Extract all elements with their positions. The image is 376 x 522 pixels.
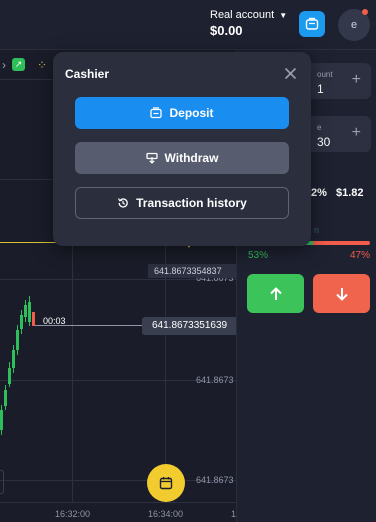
current-price-tag: 641.8673351639 [142,317,236,335]
deposit-label: Deposit [169,106,214,120]
account-balance: $0.00 [210,23,243,38]
account-type-label: Real account [210,9,275,21]
notification-dot [362,9,368,15]
amount-label: ount [317,70,333,79]
account-switcher[interactable]: Real account ▼ $0.00 [210,9,287,38]
modal-title: Cashier [65,67,110,81]
x-tick-label: 16:34:00 [148,509,184,519]
plus-icon[interactable]: + [352,71,361,89]
withdraw-icon [145,152,158,164]
close-button[interactable] [281,64,299,82]
wallet-icon [305,17,319,30]
transaction-history-button[interactable]: Transaction history [75,187,289,219]
candle [20,315,23,329]
payout-percent: 2% [311,187,327,199]
trend-tool-icon[interactable]: ↗ [12,58,25,71]
candle-timer: 00:03 [43,316,66,326]
calendar-icon [159,477,173,490]
x-axis [0,502,236,522]
cashier-button[interactable] [299,11,325,37]
sentiment-up-label: 53% [248,250,269,261]
y-tick-label: 641.8673 [196,475,234,485]
candle [24,305,27,317]
down-button[interactable] [313,274,370,313]
chevron-right-icon[interactable]: › [2,58,6,72]
history-icon [118,198,128,208]
panel-faded-text: n [314,225,320,235]
candle [4,390,7,406]
payout-value: $1.82 [336,187,364,199]
sentiment-down-label: 47% [350,250,371,261]
x-tick-label: 16:32:00 [55,509,91,519]
candle [8,368,11,384]
withdraw-label: Withdraw [164,151,219,165]
plus-icon[interactable]: + [352,124,361,142]
time-label: e [317,123,322,132]
y-tick-label: 641.8673 [196,375,234,385]
up-button[interactable] [247,274,304,313]
candle [12,350,15,368]
candle [0,410,3,430]
top-bar: Real account ▼ $0.00 e [0,0,376,50]
caret-down-icon: ▼ [279,10,288,20]
amount-value: 1 [317,82,324,96]
account-label-row: Real account ▼ [210,9,287,21]
sentiment-down-fill [312,241,370,245]
wallet-icon [150,107,163,119]
indicators-icon[interactable]: ⁘ [37,58,47,72]
arrow-down-icon [335,287,348,301]
candle [32,312,35,326]
cashier-modal: Cashier Deposit Withdraw Transaction his… [53,52,311,246]
history-label: Transaction history [136,196,247,210]
withdraw-button[interactable]: Withdraw [75,142,289,174]
candle [28,302,31,322]
calendar-fab-button[interactable] [147,464,185,502]
candle [16,330,19,350]
arrow-up-icon [269,286,282,300]
time-value: 30 [317,135,331,149]
deposit-button[interactable]: Deposit [75,97,289,129]
high-price-tag: 641.8673354837 [148,264,236,278]
close-icon [284,67,296,79]
chart-scroll-handle[interactable] [0,470,4,494]
